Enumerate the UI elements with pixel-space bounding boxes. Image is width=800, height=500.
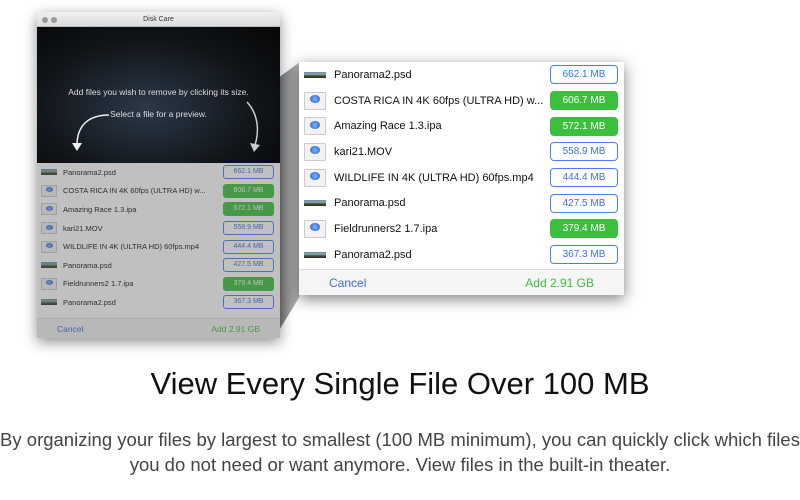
cancel-button[interactable]: Cancel [329,276,366,290]
file-name: kari21.MOV [334,145,393,158]
curved-arrow-left-icon [76,114,110,146]
file-row[interactable]: kari21.MOV 558.9 MB [299,139,624,165]
add-button[interactable]: Add 2.91 GB [525,276,594,290]
file-name: Panorama2.psd [334,68,412,81]
file-row[interactable]: Amazing Race 1.3.ipa 572.1 MB [299,113,624,139]
zoomed-file-list-panel: Panorama2.psd 662.1 MB COSTA RICA IN 4K 60… [299,62,624,295]
footer-large: Cancel Add 2.91 GB [299,269,624,295]
ipa-file-icon [304,117,326,136]
arrow-icons [72,101,260,152]
file-name: Amazing Race 1.3.ipa [334,120,442,133]
file-size-button[interactable]: 367.3 MB [550,245,618,265]
file-name: WILDLIFE IN 4K (ULTRA HD) 60fps.mp4 [334,171,534,184]
file-name: Panorama2.psd [334,248,412,261]
quicktime-file-icon [304,142,326,161]
quicktime-file-icon [304,91,326,110]
description: By organizing your files by largest to s… [0,429,800,475]
file-row[interactable]: Panorama2.psd 367.3 MB [299,242,624,268]
file-row[interactable]: Panorama2.psd 662.1 MB [299,62,624,88]
panorama-thumbnail-icon [304,251,326,258]
curved-arrow-right-icon [246,101,259,146]
file-size-button[interactable]: 379.4 MB [550,219,618,239]
ipa-file-icon [304,219,326,238]
close-window-button[interactable] [42,17,48,23]
file-name: Panorama.psd [334,197,406,210]
panorama-thumbnail-icon [304,200,326,207]
title-bar: Disk Care [37,12,280,27]
file-size-button[interactable]: 558.9 MB [550,142,618,162]
window-title: Disk Care [143,16,174,23]
file-size-button[interactable]: 444.4 MB [550,168,618,188]
file-name: Fieldrunners2 1.7.ipa [334,222,438,235]
file-row[interactable]: Panorama.psd 427.5 MB [299,190,624,216]
file-size-button[interactable]: 662.1 MB [550,65,618,85]
file-row[interactable]: Fieldrunners2 1.7.ipa 379.4 MB [299,216,624,242]
panorama-thumbnail-icon [304,71,326,78]
file-size-button[interactable]: 572.1 MB [550,116,618,136]
file-row[interactable]: WILDLIFE IN 4K (ULTRA HD) 60fps.mp4 444.4… [299,165,624,191]
preview-theater: Add files you wish to remove by clicking… [37,27,280,163]
dim-overlay [37,163,280,338]
minimize-window-button[interactable] [51,17,57,23]
file-size-button[interactable]: 606.7 MB [550,91,618,111]
app-window: Disk Care Add files you wish to remove b… [37,12,280,338]
file-name: COSTA RICA IN 4K 60fps (ULTRA HD) w... [334,94,544,107]
headline: View Every Single File Over 100 MB [150,366,650,401]
file-row[interactable]: COSTA RICA IN 4K 60fps (ULTRA HD) w... 60… [299,88,624,114]
quicktime-file-icon [304,168,326,187]
file-size-button[interactable]: 427.5 MB [550,193,618,213]
file-list-large: Panorama2.psd 662.1 MB COSTA RICA IN 4K 60… [299,62,624,268]
